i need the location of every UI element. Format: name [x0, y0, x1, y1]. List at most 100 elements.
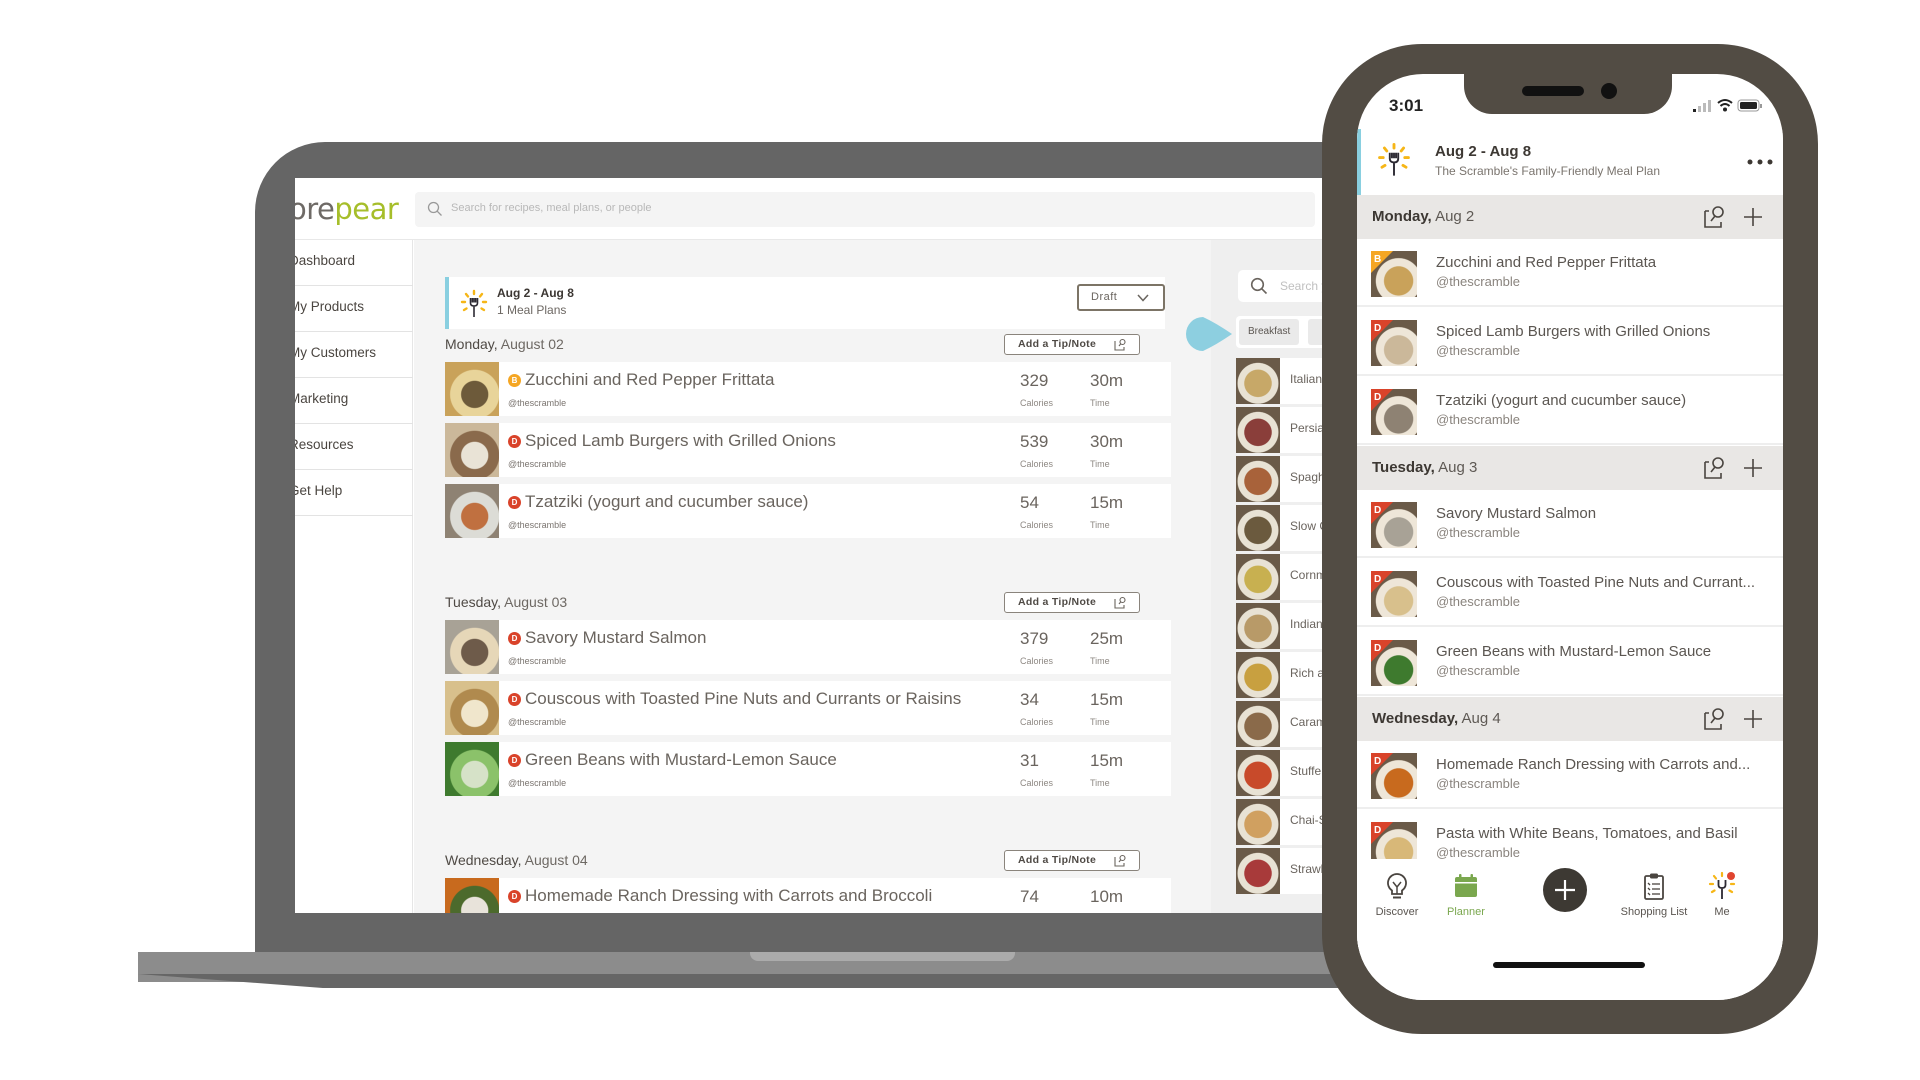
meal-type-badge: D	[508, 632, 521, 645]
day-heading: Wednesday, Aug 4	[1372, 710, 1501, 727]
recipe-thumbnail	[445, 423, 499, 477]
svg-text:D: D	[1374, 825, 1381, 836]
recipe-row[interactable]: D Homemade Ranch Dressing with Carrots a…	[445, 878, 1171, 913]
recipe-thumbnail	[1236, 652, 1280, 698]
prepear-logo[interactable]: orepear	[295, 192, 399, 226]
sidebar-item-dashboard[interactable]: Dashboard	[295, 240, 413, 286]
add-note-icon[interactable]	[1703, 456, 1727, 480]
tab-planner[interactable]: Planner	[1426, 871, 1506, 918]
recipe-row[interactable]: D Homemade Ranch Dressing with Carrots a…	[1357, 741, 1783, 809]
calories-label: Calories	[1020, 398, 1054, 408]
meal-type-badge: D	[508, 496, 521, 509]
calories-label: Calories	[1020, 459, 1054, 469]
recipe-author[interactable]: @thescramble	[508, 520, 566, 530]
svg-text:D: D	[1374, 392, 1381, 403]
add-note-icon[interactable]	[1703, 707, 1727, 731]
pointer-marker-icon	[1186, 317, 1232, 351]
recipe-row[interactable]: D Savory Mustard Salmon @thescramble	[1357, 490, 1783, 558]
sidebar-item-resources[interactable]: Resources	[295, 424, 413, 470]
recipe-author: @thescramble	[1436, 525, 1521, 540]
plan-title: Aug 2 - Aug 8	[497, 286, 574, 300]
recipe-author[interactable]: @thescramble	[508, 398, 566, 408]
recipe-calories: 379	[1020, 629, 1049, 648]
recipe-author[interactable]: @thescramble	[508, 656, 566, 666]
recipe-thumbnail	[1236, 456, 1280, 502]
notification-dot	[1727, 872, 1735, 880]
meal-plan-header: Aug 2 - Aug 8 1 Meal Plans Draft	[445, 277, 1165, 329]
recipe-row[interactable]: B Zucchini and Red Pepper Frittata @thes…	[1357, 239, 1783, 307]
recipe-thumbnail	[1236, 554, 1280, 600]
svg-text:B: B	[1374, 254, 1381, 265]
recipe-name: Zucchini and Red Pepper Frittata	[1436, 254, 1657, 271]
tab-me[interactable]: Me	[1682, 871, 1762, 918]
sidebar-item-my-customers[interactable]: My Customers	[295, 332, 413, 378]
meal-type-badge: D	[508, 693, 521, 706]
recipe-row[interactable]: D Couscous with Toasted Pine Nuts and Cu…	[445, 681, 1171, 735]
recipe-name[interactable]: Zucchini and Red Pepper Frittata	[525, 370, 774, 390]
add-note-icon[interactable]	[1703, 205, 1727, 229]
calories-label: Calories	[1020, 520, 1054, 530]
global-search-input[interactable]: Search for recipes, meal plans, or peopl…	[415, 192, 1315, 227]
recipe-author[interactable]: @thescramble	[508, 459, 566, 469]
wifi-icon	[1717, 99, 1733, 112]
meal-type-corner-badge: D	[1371, 320, 1393, 342]
scramble-fork-logo-icon	[460, 289, 488, 317]
plan-title: Aug 2 - Aug 8	[1435, 143, 1532, 160]
recipe-row[interactable]: D Spiced Lamb Burgers with Grilled Onion…	[445, 423, 1171, 477]
day-heading: Monday, Aug 2	[1372, 208, 1475, 225]
recipe-name[interactable]: Tzatziki (yogurt and cucumber sauce)	[525, 492, 808, 512]
add-tip-note-button[interactable]: Add a Tip/Note	[1004, 850, 1140, 871]
add-recipe-icon[interactable]	[1742, 457, 1764, 479]
add-tip-note-button[interactable]: Add a Tip/Note	[1004, 334, 1140, 355]
tab-breakfast[interactable]: Breakfast	[1239, 319, 1300, 345]
recipe-row[interactable]: D Green Beans with Mustard-Lemon Sauce @…	[1357, 628, 1783, 696]
recipe-name[interactable]: Spiced Lamb Burgers with Grilled Onions	[525, 431, 836, 451]
add-tip-note-button[interactable]: Add a Tip/Note	[1004, 592, 1140, 613]
time-label: Time	[1090, 459, 1110, 469]
recipe-author[interactable]: @thescramble	[508, 717, 566, 727]
sidebar-item-marketing[interactable]: Marketing	[295, 378, 413, 424]
recipe-author[interactable]: @thescramble	[508, 778, 566, 788]
tab-discover[interactable]: Discover	[1357, 871, 1437, 918]
svg-text:D: D	[1374, 574, 1381, 585]
time-label: Time	[1090, 717, 1110, 727]
recipe-row[interactable]: D Tzatziki (yogurt and cucumber sauce) @…	[445, 484, 1171, 538]
add-recipe-icon[interactable]	[1742, 206, 1764, 228]
recipe-calories: 34	[1020, 690, 1039, 709]
recipe-row[interactable]: B Zucchini and Red Pepper Frittata @thes…	[445, 362, 1171, 416]
sidebar-item-my-products[interactable]: My Products	[295, 286, 413, 332]
recipe-row[interactable]: D Couscous with Toasted Pine Nuts and Cu…	[1357, 559, 1783, 627]
recipe-name[interactable]: Homemade Ranch Dressing with Carrots and…	[525, 886, 932, 906]
search-icon	[1250, 277, 1268, 295]
sidebar-item-get-help[interactable]: Get Help	[295, 470, 413, 516]
recipe-name[interactable]: Green Beans with Mustard-Lemon Sauce	[525, 750, 837, 770]
recipe-thumbnail	[1236, 750, 1280, 796]
recipe-thumbnail	[1236, 848, 1280, 894]
recipe-name[interactable]: Couscous with Toasted Pine Nuts and Curr…	[525, 689, 961, 709]
recipe-row[interactable]: D Tzatziki (yogurt and cucumber sauce) @…	[1357, 377, 1783, 445]
recipe-row[interactable]: D Spiced Lamb Burgers with Grilled Onion…	[1357, 308, 1783, 376]
phone-notch	[1464, 74, 1672, 114]
recipe-name: Pasta with White Beans, Tomatoes, and Ba…	[1436, 825, 1738, 842]
day-heading: Wednesday, August 04	[445, 852, 588, 868]
phone-screen: 3:01 Aug 2 - Aug 8 The Scramble's Family…	[1357, 74, 1783, 1000]
recipe-name[interactable]: Savory Mustard Salmon	[525, 628, 706, 648]
meal-plan-header[interactable]: Aug 2 - Aug 8 The Scramble's Family-Frie…	[1357, 129, 1783, 195]
note-edit-icon	[1114, 596, 1126, 609]
day-heading: Monday, August 02	[445, 336, 564, 352]
recipe-author: @thescramble	[1436, 343, 1521, 358]
add-recipe-icon[interactable]	[1742, 708, 1764, 730]
add-button[interactable]	[1543, 868, 1587, 912]
status-bar-icons	[1693, 99, 1762, 112]
recipe-row[interactable]: D Savory Mustard Salmon @thescramble 379…	[445, 620, 1171, 674]
recipe-calories: 74	[1020, 887, 1039, 906]
day-heading: Tuesday, August 03	[445, 594, 568, 610]
recipe-row[interactable]: D Green Beans with Mustard-Lemon Sauce @…	[445, 742, 1171, 796]
search-placeholder: Search for recipes, meal plans, or peopl…	[451, 202, 652, 214]
calories-label: Calories	[1020, 656, 1054, 666]
more-options-icon[interactable]	[1745, 157, 1775, 167]
meal-type-corner-badge: D	[1371, 571, 1393, 593]
status-dropdown[interactable]: Draft	[1077, 284, 1165, 311]
sidebar: Dashboard My Products My Customers Marke…	[295, 240, 413, 913]
recipe-thumbnail	[1236, 505, 1280, 551]
